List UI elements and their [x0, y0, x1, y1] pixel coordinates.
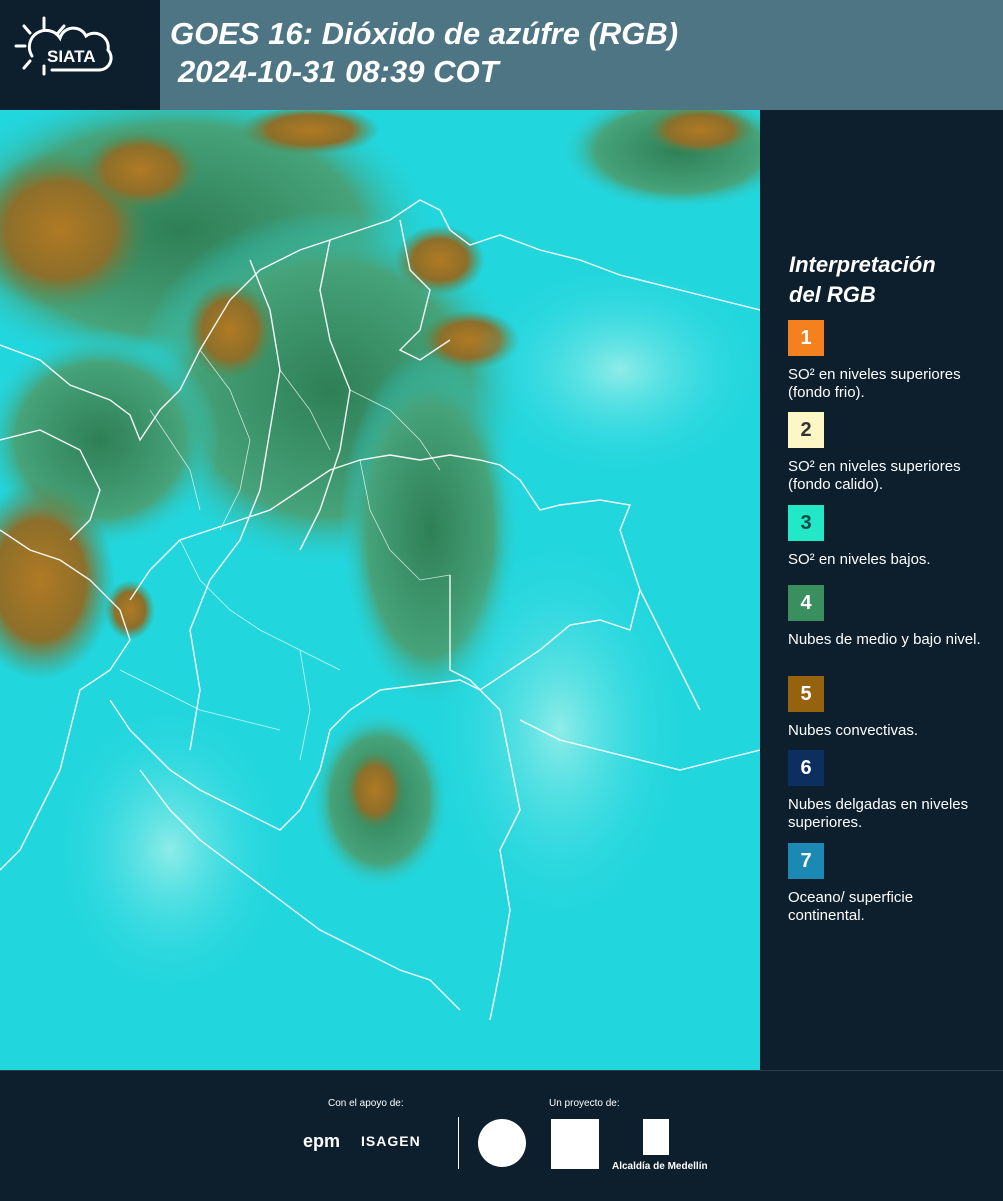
legend-label: SO² en niveles superiores (fondo frio).: [788, 366, 961, 401]
legend-title-line1: Interpretación: [789, 252, 936, 277]
legend-item-7: 7 Oceano/ superficie continental.: [788, 843, 993, 925]
alcaldia-logo-icon: [643, 1119, 669, 1155]
siata-logo-icon: SIATA: [14, 16, 113, 76]
header-chevron: [122, 0, 156, 110]
legend-item-5: 5 Nubes convectivas.: [788, 676, 993, 740]
footer: Con el apoyo de: Un proyecto de: epm ISA…: [0, 1070, 1003, 1201]
legend-label: Nubes de medio y bajo nivel.: [788, 631, 981, 648]
legend-swatch: 6: [788, 750, 824, 786]
footer-divider: [458, 1117, 459, 1169]
legend-label: Nubes convectivas.: [788, 722, 919, 739]
legend-item-2: 2 SO² en niveles superiores (fondo calido…: [788, 412, 993, 494]
alcaldia-label: Alcaldía de Medellín: [612, 1161, 708, 1172]
legend-swatch: 2: [788, 412, 824, 448]
legend-swatch: 3: [788, 505, 824, 541]
legend-label: SO² en niveles superiores (fondo calido)…: [788, 458, 961, 493]
support-label: Con el apoyo de:: [328, 1098, 404, 1109]
logo-text: SIATA: [47, 47, 95, 66]
legend-item-4: 4 Nubes de medio y bajo nivel.: [788, 585, 993, 649]
header-bar: SIATA GOES 16: Dióxido de azúfre (RGB) 2…: [0, 0, 1003, 110]
epm-logo: epm: [303, 1131, 341, 1151]
medellin-seal-icon: [478, 1119, 526, 1167]
legend-title-line2: del RGB: [789, 282, 876, 307]
page-title: GOES 16: Dióxido de azúfre (RGB): [170, 16, 679, 51]
legend-swatch: 4: [788, 585, 824, 621]
area-metropolitana-logo-icon: [551, 1119, 599, 1169]
satellite-map[interactable]: [0, 110, 760, 1070]
legend-item-3: 3 SO² en niveles bajos.: [788, 505, 993, 569]
project-label: Un proyecto de:: [549, 1098, 620, 1109]
timestamp: 2024-10-31 08:39 COT: [178, 54, 499, 89]
isagen-logo: ISAGEN: [361, 1133, 421, 1149]
legend-label: Nubes delgadas en niveles superiores.: [788, 796, 969, 831]
satellite-image: [0, 110, 760, 1070]
legend-item-1: 1 SO² en niveles superiores (fondo frio).: [788, 320, 993, 402]
legend-swatch: 5: [788, 676, 824, 712]
legend-label: Oceano/ superficie continental.: [788, 889, 914, 924]
legend-label: SO² en niveles bajos.: [788, 551, 931, 568]
legend-panel: Interpretación del RGB 1 SO² en niveles s…: [760, 110, 1003, 1070]
legend-swatch: 7: [788, 843, 824, 879]
legend-swatch: 1: [788, 320, 824, 356]
legend-title: Interpretación del RGB: [789, 250, 989, 310]
legend-item-6: 6 Nubes delgadas en niveles superiores.: [788, 750, 993, 832]
